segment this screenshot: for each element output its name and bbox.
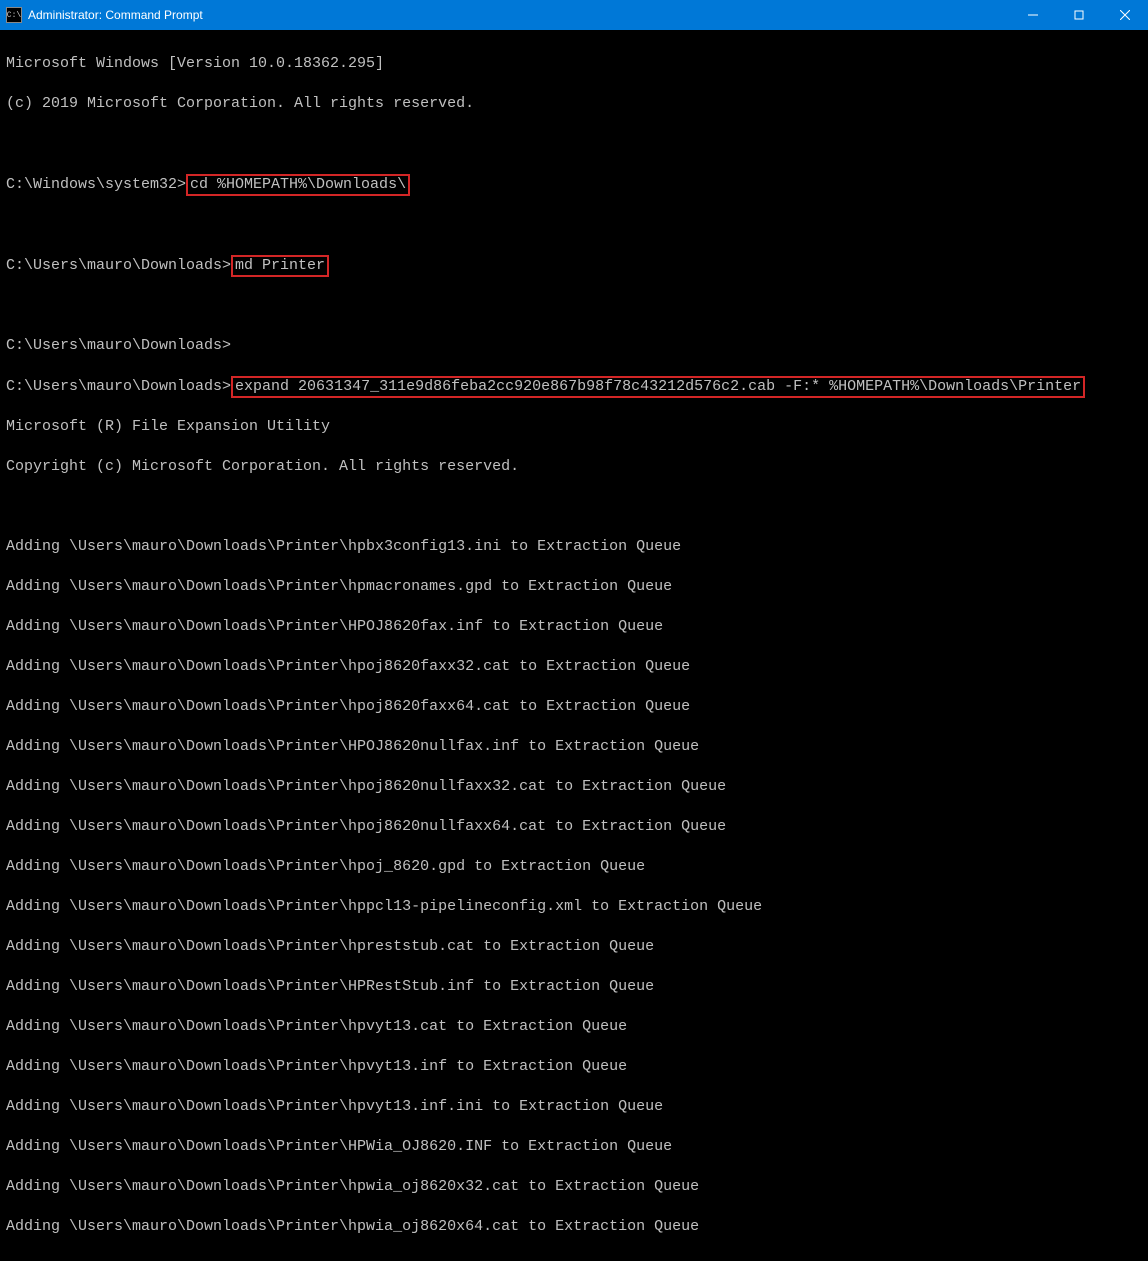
- output-line: Adding \Users\mauro\Downloads\Printer\hp…: [6, 537, 1142, 557]
- blank-line: [6, 296, 1142, 316]
- output-line: Adding \Users\mauro\Downloads\Printer\hp…: [6, 1097, 1142, 1117]
- highlighted-command: expand 20631347_311e9d86feba2cc920e867b9…: [231, 376, 1085, 398]
- prompt-line: C:\Users\mauro\Downloads>md Printer: [6, 255, 1142, 276]
- output-line: Adding \Users\mauro\Downloads\Printer\HP…: [6, 977, 1142, 997]
- blank-line: [6, 497, 1142, 517]
- close-button[interactable]: [1102, 0, 1148, 30]
- window-title: Administrator: Command Prompt: [28, 8, 1010, 22]
- prompt-prefix: C:\Users\mauro\Downloads>: [6, 378, 231, 395]
- output-line: Adding \Users\mauro\Downloads\Printer\hp…: [6, 817, 1142, 837]
- output-line: Adding \Users\mauro\Downloads\Printer\HP…: [6, 1137, 1142, 1157]
- highlighted-command: cd %HOMEPATH%\Downloads\: [186, 174, 410, 196]
- minimize-button[interactable]: [1010, 0, 1056, 30]
- output-line: Adding \Users\mauro\Downloads\Printer\hp…: [6, 1017, 1142, 1037]
- output-line: Adding \Users\mauro\Downloads\Printer\hp…: [6, 697, 1142, 717]
- output-line: Copyright (c) Microsoft Corporation. All…: [6, 457, 1142, 477]
- output-line: Adding \Users\mauro\Downloads\Printer\hp…: [6, 1217, 1142, 1237]
- output-line: Adding \Users\mauro\Downloads\Printer\hp…: [6, 937, 1142, 957]
- output-line: Adding \Users\mauro\Downloads\Printer\hp…: [6, 577, 1142, 597]
- prompt-line: C:\Users\mauro\Downloads>: [6, 336, 1142, 356]
- terminal-output[interactable]: Microsoft Windows [Version 10.0.18362.29…: [0, 30, 1148, 1261]
- blank-line: [6, 134, 1142, 154]
- output-line: Adding \Users\mauro\Downloads\Printer\hp…: [6, 777, 1142, 797]
- window-controls: [1010, 0, 1148, 30]
- highlighted-command: md Printer: [231, 255, 329, 277]
- copyright-line: (c) 2019 Microsoft Corporation. All righ…: [6, 94, 1142, 114]
- version-line: Microsoft Windows [Version 10.0.18362.29…: [6, 54, 1142, 74]
- output-line: Adding \Users\mauro\Downloads\Printer\hp…: [6, 897, 1142, 917]
- maximize-button[interactable]: [1056, 0, 1102, 30]
- prompt-prefix: C:\Users\mauro\Downloads>: [6, 257, 231, 274]
- blank-line: [6, 215, 1142, 235]
- output-line: Adding \Users\mauro\Downloads\Printer\hp…: [6, 857, 1142, 877]
- prompt-line: C:\Users\mauro\Downloads>expand 20631347…: [6, 376, 1142, 397]
- output-line: Adding \Users\mauro\Downloads\Printer\hp…: [6, 1057, 1142, 1077]
- prompt-line: C:\Windows\system32>cd %HOMEPATH%\Downlo…: [6, 174, 1142, 195]
- window-titlebar: C:\ Administrator: Command Prompt: [0, 0, 1148, 30]
- output-line: Adding \Users\mauro\Downloads\Printer\HP…: [6, 617, 1142, 637]
- prompt-prefix: C:\Windows\system32>: [6, 176, 186, 193]
- cmd-icon: C:\: [6, 7, 22, 23]
- output-line: Adding \Users\mauro\Downloads\Printer\hp…: [6, 1177, 1142, 1197]
- output-line: Adding \Users\mauro\Downloads\Printer\hp…: [6, 657, 1142, 677]
- output-line: Adding \Users\mauro\Downloads\Printer\HP…: [6, 737, 1142, 757]
- output-line: Microsoft (R) File Expansion Utility: [6, 417, 1142, 437]
